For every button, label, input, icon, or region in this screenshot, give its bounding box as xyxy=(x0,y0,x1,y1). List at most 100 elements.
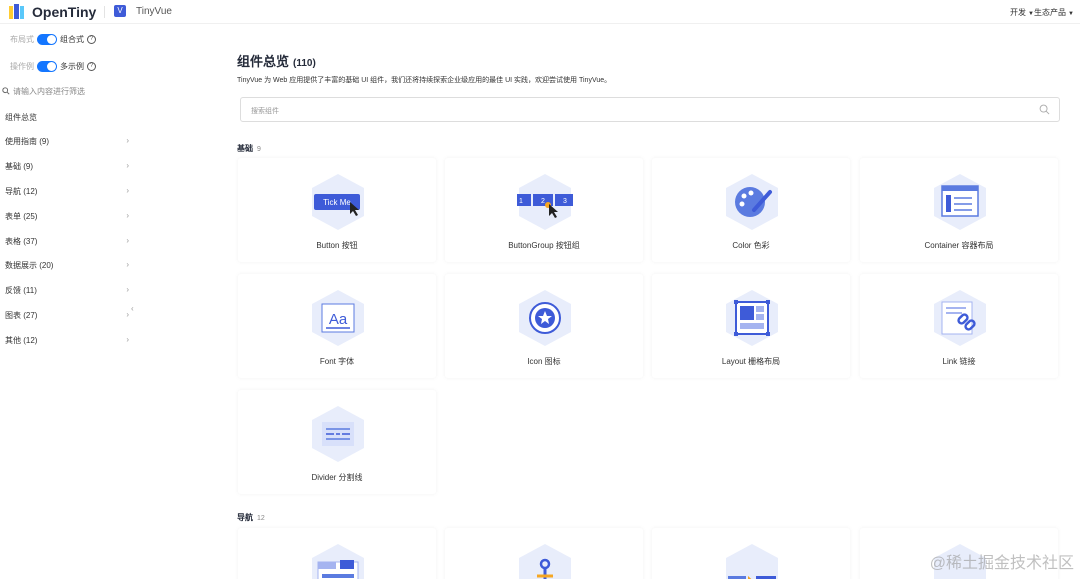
toggle-value: 组合式 xyxy=(60,35,84,44)
button-group-icon: 1 2 3 xyxy=(517,174,573,230)
sidebar-item-chart[interactable]: 图表 (27) › xyxy=(5,310,129,321)
page-description: TinyVue 为 Web 应用提供了丰富的基础 UI 组件，我们还将持续探索企… xyxy=(237,77,612,84)
component-card-buttongroup[interactable]: 1 2 3 ButtonGroup 按钮组 xyxy=(445,158,643,262)
layout-icon xyxy=(726,290,778,346)
chevron-right-icon: › xyxy=(126,260,129,269)
card-label: Color 色彩 xyxy=(732,241,770,250)
help-icon[interactable]: ? xyxy=(87,62,96,71)
opentiny-logo-icon xyxy=(9,4,24,19)
nav-develop-label: 开发 xyxy=(1010,8,1027,17)
brand-name: OpenTiny xyxy=(32,3,97,20)
button-icon: Tick Me xyxy=(312,174,364,230)
component-card-button[interactable]: Tick Me Button 按钮 xyxy=(238,158,436,262)
component-card-icon[interactable]: Icon 图标 xyxy=(445,274,643,378)
chevron-right-icon: › xyxy=(126,211,129,220)
sidebar-collapse-icon[interactable]: ‹ xyxy=(131,304,134,313)
watermark: @稀土掘金技术社区 xyxy=(929,555,1074,572)
font-icon: Aa xyxy=(312,290,364,346)
card-label: ButtonGroup 按钮组 xyxy=(508,241,580,250)
opentiny-logo[interactable]: OpenTiny xyxy=(8,3,96,20)
svg-text:1: 1 xyxy=(519,198,523,205)
component-search-placeholder: 搜索组件 xyxy=(251,108,279,115)
toggle-value: 多示例 xyxy=(60,62,84,71)
svg-text:3: 3 xyxy=(563,198,567,205)
sidebar-search-input[interactable]: 请输入内容进行筛选 xyxy=(0,84,130,98)
component-card-link[interactable]: Link 链接 xyxy=(860,274,1058,378)
tinyvue-icon: V xyxy=(114,5,126,17)
section-title-text: 导航 xyxy=(237,513,253,522)
product-name[interactable]: TinyVue xyxy=(136,6,172,17)
component-card-divider[interactable]: Divider 分割线 xyxy=(238,390,436,494)
sidebar: 布局式 组合式 ? 操作例 多示例 ? 请输入内容进行筛选 组件总览 使用指南 … xyxy=(0,24,134,579)
component-card-color[interactable]: Color 色彩 xyxy=(652,158,850,262)
chevron-right-icon: › xyxy=(126,186,129,195)
demo-mode-toggle-row: 操作例 多示例 ? xyxy=(10,61,96,72)
page-title-text: 组件总览 xyxy=(237,54,290,69)
section-title-text: 基础 xyxy=(237,144,253,153)
card-label: Link 链接 xyxy=(942,357,976,366)
star-icon xyxy=(519,290,571,346)
link-icon xyxy=(934,290,986,346)
sidebar-item-label: 使用指南 (9) xyxy=(5,137,49,146)
demo-mode-switch[interactable] xyxy=(37,61,57,72)
sidebar-item-overview[interactable]: 组件总览 xyxy=(5,112,129,123)
api-style-toggle-row: 布局式 组合式 ? xyxy=(10,34,96,45)
help-icon[interactable]: ? xyxy=(87,35,96,44)
card-label: Layout 栅格布局 xyxy=(721,357,781,366)
nav-ecosystem[interactable]: 生态产品 ▼ xyxy=(1034,7,1074,18)
divider-icon xyxy=(312,406,364,462)
sidebar-item-label: 导航 (12) xyxy=(5,187,38,196)
sidebar-item-basic[interactable]: 基础 (9) › xyxy=(5,161,129,172)
chevron-right-icon: › xyxy=(126,310,129,319)
section-count: 9 xyxy=(257,146,261,153)
sidebar-search-placeholder: 请输入内容进行筛选 xyxy=(13,86,85,96)
component-search-input[interactable]: 搜索组件 xyxy=(240,97,1060,122)
card-label: Font 字体 xyxy=(319,357,355,366)
sidebar-item-data-display[interactable]: 数据展示 (20) › xyxy=(5,260,129,271)
font-icon-text: Aa xyxy=(329,311,348,328)
sidebar-item-feedback[interactable]: 反馈 (11) › xyxy=(5,285,129,296)
section-title-navigation: 导航 12 xyxy=(237,512,265,523)
toggle-label: 操作例 xyxy=(10,62,34,71)
toggle-label: 布局式 xyxy=(10,35,34,44)
nav-ecosystem-label: 生态产品 xyxy=(1034,8,1067,17)
anchor-icon xyxy=(519,544,571,579)
card-label: Container 容器布局 xyxy=(924,241,994,250)
palette-icon xyxy=(726,174,778,230)
chevron-right-icon: › xyxy=(126,136,129,145)
sidebar-item-label: 组件总览 xyxy=(5,113,37,122)
component-card-layout[interactable]: Layout 栅格布局 xyxy=(652,274,850,378)
sidebar-item-other[interactable]: 其他 (12) › xyxy=(5,335,129,346)
sidebar-item-guide[interactable]: 使用指南 (9) › xyxy=(5,136,129,147)
api-style-switch[interactable] xyxy=(37,34,57,45)
section-count: 12 xyxy=(257,515,265,522)
sidebar-item-form[interactable]: 表单 (25) › xyxy=(5,211,129,222)
sidebar-item-label: 反馈 (11) xyxy=(5,286,37,295)
nav-develop[interactable]: 开发 ▼ xyxy=(1010,7,1034,18)
header-divider xyxy=(104,6,105,18)
search-icon xyxy=(2,87,10,95)
component-card-container[interactable]: Container 容器布局 xyxy=(860,158,1058,262)
page-title-count: (110) xyxy=(293,58,316,69)
section-title-basic: 基础 9 xyxy=(237,143,261,154)
breadcrumb-icon xyxy=(726,544,778,579)
chevron-right-icon: › xyxy=(126,161,129,170)
card-label: Divider 分割线 xyxy=(311,473,363,482)
search-icon[interactable] xyxy=(1039,104,1050,115)
sidebar-item-label: 其他 (12) xyxy=(5,336,38,345)
component-card-nav-2[interactable] xyxy=(445,528,643,579)
chevron-right-icon: › xyxy=(126,236,129,245)
sidebar-item-label: 图表 (27) xyxy=(5,311,38,320)
component-card-font[interactable]: Aa Font 字体 xyxy=(238,274,436,378)
sidebar-item-label: 基础 (9) xyxy=(5,162,33,171)
top-header: OpenTiny V TinyVue 开发 ▼ 生态产品 ▼ xyxy=(0,0,1080,24)
component-card-nav-3[interactable] xyxy=(652,528,850,579)
card-label: Button 按钮 xyxy=(316,241,358,250)
chevron-down-icon: ▼ xyxy=(1068,11,1074,17)
sidebar-item-label: 数据展示 (20) xyxy=(5,261,54,270)
chevron-right-icon: › xyxy=(126,335,129,344)
sidebar-item-navigation[interactable]: 导航 (12) › xyxy=(5,186,129,197)
sidebar-item-table[interactable]: 表格 (37) › xyxy=(5,236,129,247)
sidebar-item-label: 表格 (37) xyxy=(5,237,38,246)
component-card-nav-1[interactable] xyxy=(238,528,436,579)
